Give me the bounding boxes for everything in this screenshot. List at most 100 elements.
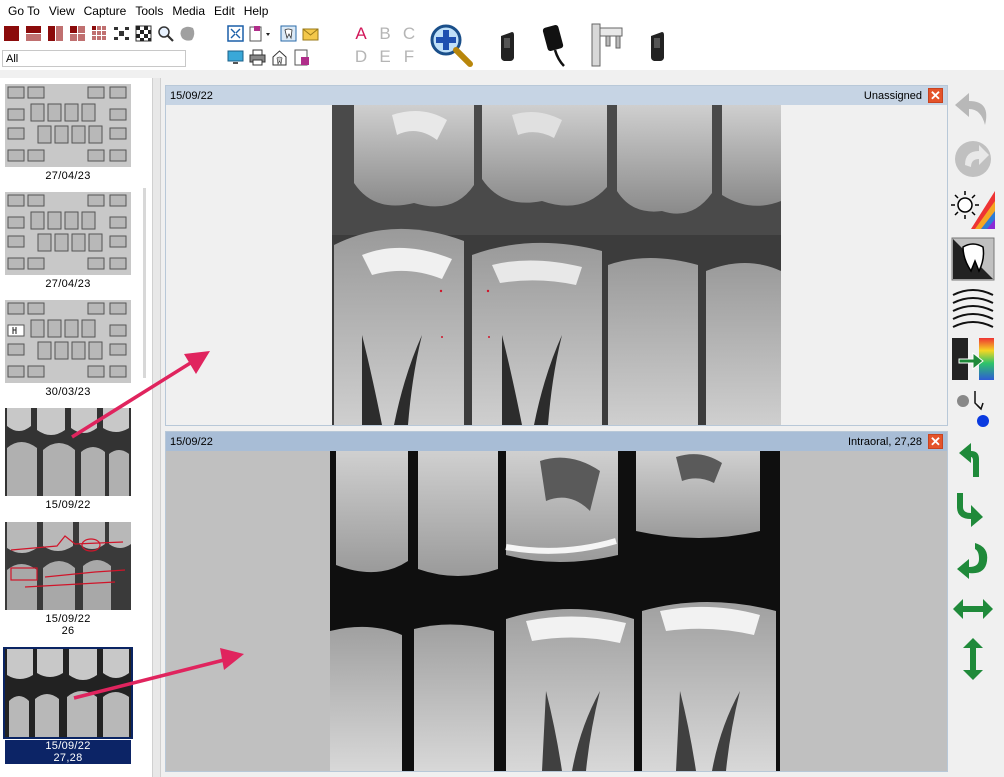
search-button[interactable] [156,24,175,43]
bottom-panel-label: Intraoral, 27,28 [848,435,922,448]
thumbnail-item[interactable]: 15/09/22 [5,408,131,511]
redo-button[interactable] [950,136,996,182]
thumbnail-item[interactable]: 27/04/23 [5,84,131,182]
sidebar-scrollbar[interactable] [143,188,146,378]
fmx-template-thumbnail [5,84,131,167]
sensor-icon [501,32,514,61]
monitor-icon [227,50,244,64]
fmx-template-thumbnail [5,192,131,275]
import-tooth-button[interactable] [270,48,289,67]
bottom-panel-date: 15/09/22 [170,435,213,448]
menu-help[interactable]: Help [242,0,276,22]
layout-grid-3x3-icon [92,26,106,40]
redo-icon [955,141,991,177]
layout-3x3-button[interactable] [90,24,109,43]
intraoral-sensor-button[interactable] [532,22,578,68]
thumbnail-item[interactable]: 30/03/23 [5,300,131,398]
thumbnail-date: 15/09/22 [45,613,91,625]
thumbnail-item[interactable]: 27/04/23 [5,192,131,290]
printer-icon [249,49,266,66]
measure-point-button[interactable] [950,386,996,432]
bottom-panel-header: 15/09/22 Intraoral, 27,28 ✕ [166,432,947,451]
sensor-capture-button[interactable] [484,22,530,68]
image-set-letters: A B C D E F [350,24,422,66]
layout-2-horizontal-button[interactable] [24,24,43,43]
letter-c-button[interactable]: C [398,24,420,43]
menu-media[interactable]: Media [170,0,212,22]
invert-button[interactable] [950,236,996,282]
flip-horizontal-button[interactable] [950,586,996,632]
fit-screen-icon [227,25,244,42]
thumbnail-tooth-number: 26 [61,625,75,637]
layout-1x1-button[interactable] [2,24,21,43]
template-layout-icon [114,27,129,40]
image-tools-panel [948,80,1004,777]
sharpen-filter-button[interactable] [950,286,996,332]
fit-to-screen-button[interactable] [226,24,245,43]
brightness-contrast-button[interactable] [950,186,996,232]
email-button[interactable] [301,24,320,43]
calibration-icon [957,391,989,427]
document-stamp-icon [294,49,309,66]
bottom-image-panel[interactable]: 15/09/22 Intraoral, 27,28 ✕ [165,431,948,772]
undo-button[interactable] [950,88,996,134]
top-panel-date: 15/09/22 [170,89,213,102]
sidebar-splitter[interactable] [152,78,161,777]
camera-capture-button[interactable] [634,22,680,68]
top-panel-body [166,105,947,425]
checkered-icon [135,25,152,42]
letter-b-button[interactable]: B [374,24,396,43]
bottom-panel-close-button[interactable]: ✕ [928,434,943,449]
thumbnail-item[interactable]: 15/09/22 26 [5,522,131,637]
layout-two-columns-icon [48,26,63,41]
letter-e-button[interactable]: E [374,47,396,66]
flip-vertical-button[interactable] [950,636,996,682]
tooth-monitor-icon [280,25,297,42]
letter-a-button[interactable]: A [350,24,372,43]
rotate-cw-icon [957,493,983,527]
bitewing-xray-image[interactable] [330,451,780,771]
layout-grid-2x2-icon [70,26,85,41]
thumbnail-date: 30/03/23 [45,386,91,398]
letter-f-button[interactable]: F [398,47,420,66]
template-view-button[interactable] [112,24,131,43]
rotate-right-button[interactable] [950,486,996,532]
fmx-view-button[interactable] [134,24,153,43]
menu-capture[interactable]: Capture [82,0,134,22]
thumbnail-item-selected[interactable]: 15/09/22 27,28 [3,647,133,764]
top-panel-label: Unassigned [863,89,922,102]
top-image-panel[interactable]: 15/09/22 Unassigned ✕ [165,85,948,426]
print-button[interactable] [248,48,267,67]
panoramic-capture-button[interactable] [582,22,628,68]
layout-two-rows-icon [26,26,41,41]
flip-horizontal-icon [953,599,993,619]
rotate-180-button[interactable] [950,536,996,582]
thumbnail-date: 27/04/23 [45,278,91,290]
layout-2-vertical-button[interactable] [46,24,65,43]
zoom-in-button[interactable] [428,22,474,68]
menu-go-to[interactable]: Go To [6,0,47,22]
menu-edit[interactable]: Edit [212,0,242,22]
layout-single-icon [4,26,19,41]
menu-tools[interactable]: Tools [133,0,170,22]
annotated-xray-thumbnail [5,522,131,610]
thumbnail-date: 27/04/23 [45,170,91,182]
tooth-chart-button[interactable] [178,24,197,43]
monitor-button[interactable] [226,48,245,67]
tooth-image-button[interactable] [279,24,298,43]
top-panel-close-button[interactable]: ✕ [928,88,943,103]
color-map-button[interactable] [950,336,996,382]
flip-vertical-icon [963,638,983,680]
layout-2x2-button[interactable] [68,24,87,43]
pano-machine-icon [591,23,623,67]
document-button[interactable] [292,48,311,67]
menu-view[interactable]: View [47,0,82,22]
rotate-left-button[interactable] [950,436,996,482]
patient-filter-input[interactable] [2,50,186,67]
envelope-icon [302,28,319,41]
thumbnail-date: 15/09/22 [5,740,131,752]
letter-d-button[interactable]: D [350,47,372,66]
bitewing-xray-image[interactable] [332,105,781,425]
xray-thumbnail [5,408,131,496]
export-menu-button[interactable] [248,24,276,43]
